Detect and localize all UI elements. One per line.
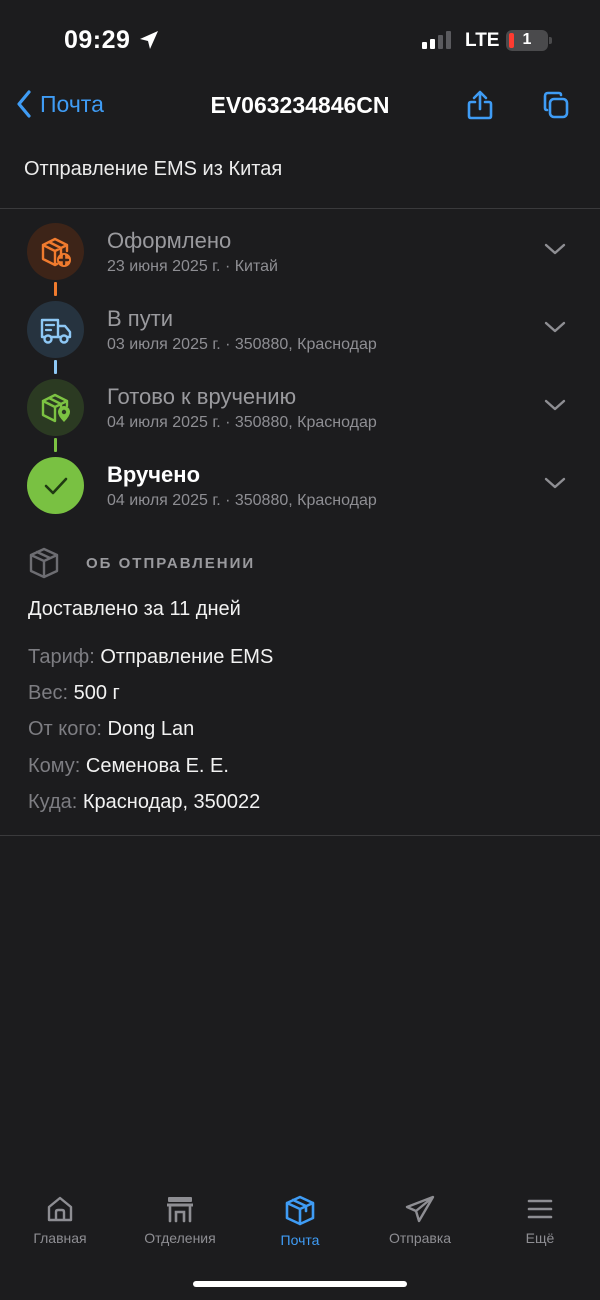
tab-more[interactable]: Ещё (480, 1188, 600, 1246)
truck-icon (40, 318, 71, 344)
event-title: Оформлено (107, 228, 232, 253)
battery-icon: 1 (506, 30, 552, 51)
detail-value: Краснодар, 350022 (82, 791, 261, 813)
event-meta: 23 июня 2025 г. · Китай (107, 258, 278, 275)
detail-key: Куда: (28, 791, 78, 813)
status-time: 09:29 (64, 26, 131, 54)
package-outline-icon (29, 547, 59, 579)
event-icon-badge (27, 301, 84, 358)
location-arrow-icon (140, 31, 158, 49)
paper-plane-icon (405, 1195, 435, 1223)
detail-recipient: Кому: Семенова Е. Е. (28, 755, 229, 778)
store-icon (167, 1197, 193, 1223)
box-pin-icon (41, 393, 70, 422)
tab-bar: Главная Отделения Почта Отправка Ещё (0, 1188, 600, 1258)
tab-label: Отделения (144, 1230, 216, 1246)
tab-label: Ещё (525, 1230, 555, 1246)
about-section-header: ОБ ОТПРАВЛЕНИИ (28, 546, 255, 580)
event-icon-badge (27, 223, 84, 280)
box-plus-icon (41, 237, 71, 267)
detail-key: От кого: (28, 718, 102, 740)
detail-tariff: Тариф: Отправление EMS (28, 646, 273, 669)
detail-value: 500 г (73, 682, 120, 704)
event-meta: 04 июля 2025 г. · 350880, Краснодар (107, 414, 377, 431)
tab-label: Главная (33, 1230, 87, 1246)
menu-icon (527, 1199, 553, 1219)
page-title: EV063234846CN (210, 92, 390, 118)
chevron-down-icon[interactable] (543, 320, 567, 334)
shipment-type: Отправление EMS из Китая (24, 158, 283, 180)
home-indicator[interactable] (193, 1281, 407, 1287)
network-type: LTE (465, 30, 500, 51)
chevron-down-icon[interactable] (543, 476, 567, 490)
event-meta: 03 июля 2025 г. · 350880, Краснодар (107, 336, 377, 353)
status-bar: 09:29 LTE 1 (0, 0, 600, 80)
tab-mail[interactable]: Почта (240, 1188, 360, 1248)
detail-key: Тариф: (28, 646, 95, 668)
timeline-item-in-transit[interactable]: В пути 03 июля 2025 г. · 350880, Краснод… (0, 296, 600, 374)
chevron-down-icon[interactable] (543, 398, 567, 412)
detail-value: Dong Lan (107, 718, 195, 740)
divider (0, 208, 600, 209)
event-icon-badge (27, 457, 84, 514)
detail-destination: Куда: Краснодар, 350022 (28, 791, 260, 814)
package-icon (285, 1195, 315, 1226)
timeline-connector (54, 360, 57, 374)
nav-bar: Почта EV063234846CN (0, 80, 600, 132)
home-icon (47, 1196, 73, 1222)
event-title: Вручено (107, 462, 201, 487)
timeline-connector (54, 438, 57, 452)
about-label: ОБ ОТПРАВЛЕНИИ (86, 554, 256, 572)
detail-weight: Вес: 500 г (28, 682, 120, 705)
timeline-connector (54, 282, 57, 296)
timeline-item-registered[interactable]: Оформлено 23 июня 2025 г. · Китай (0, 218, 600, 296)
event-meta: 04 июля 2025 г. · 350880, Краснодар (107, 492, 377, 509)
divider (0, 835, 600, 836)
copy-icon[interactable] (541, 90, 571, 120)
detail-sender: От кого: Dong Lan (28, 718, 194, 741)
signal-icon (422, 31, 451, 49)
timeline-item-delivered[interactable]: Вручено 04 июля 2025 г. · 350880, Красно… (0, 452, 600, 530)
tab-offices[interactable]: Отделения (120, 1188, 240, 1246)
tab-label: Почта (280, 1232, 320, 1248)
detail-value: Отправление EMS (100, 646, 274, 668)
chevron-down-icon[interactable] (543, 242, 567, 256)
delivery-duration: Доставлено за 11 дней (28, 598, 241, 620)
detail-value: Семенова Е. Е. (85, 755, 229, 777)
check-icon (44, 477, 67, 494)
event-title: Готово к вручению (107, 384, 297, 409)
tab-home[interactable]: Главная (0, 1188, 120, 1246)
detail-key: Кому: (28, 755, 81, 777)
event-title: В пути (107, 306, 174, 331)
battery-level: 1 (522, 31, 532, 48)
tab-send[interactable]: Отправка (360, 1188, 480, 1246)
share-icon[interactable] (466, 89, 494, 121)
event-icon-badge (27, 379, 84, 436)
tab-label: Отправка (388, 1230, 452, 1246)
timeline-item-ready[interactable]: Готово к вручению 04 июля 2025 г. · 3508… (0, 374, 600, 452)
detail-key: Вес: (28, 682, 69, 704)
